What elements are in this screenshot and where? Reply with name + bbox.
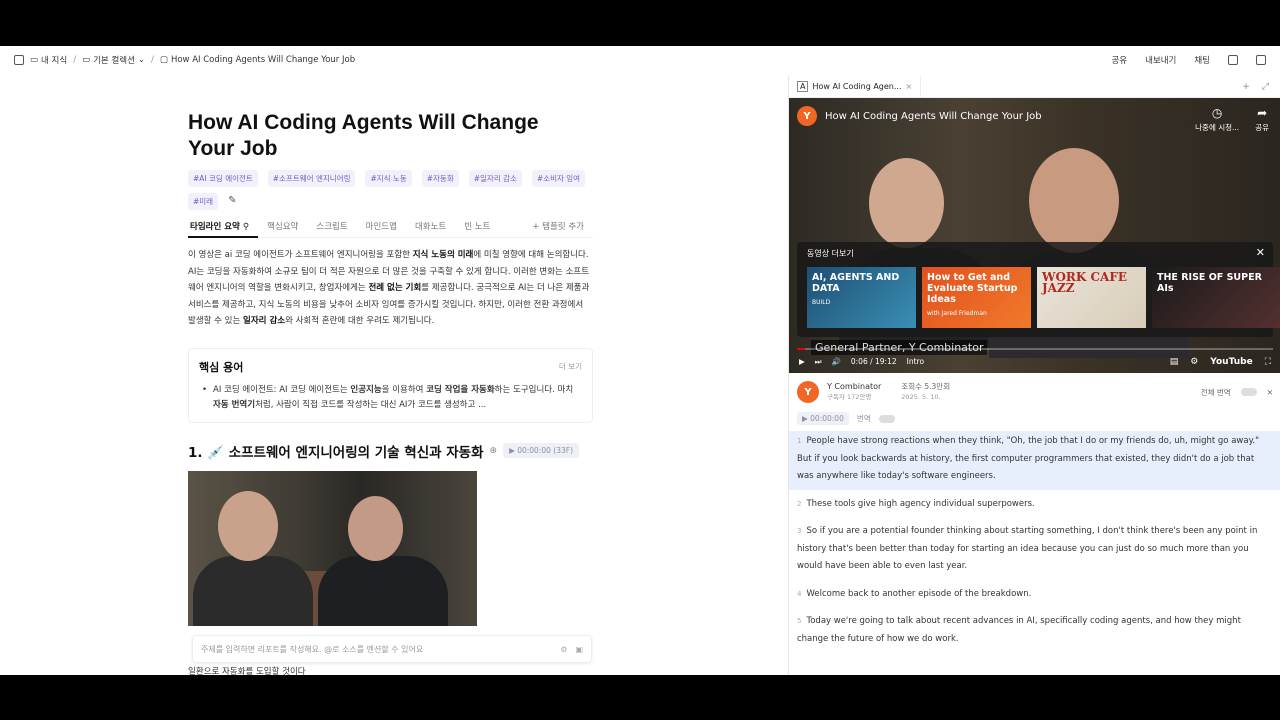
tag[interactable]: #AI 코딩 에이전트 — [188, 170, 258, 187]
settings-icon[interactable]: ⚙ — [1190, 357, 1198, 367]
note-tabs: 타임라인 요약 ⚲ 핵심요약 스크립트 마인드맵 대화노트 빈 노트 + 템플릿… — [188, 218, 593, 238]
tag-list: #AI 코딩 에이전트 #소프트웨어 엔지니어링 #지식 노동 #자동화 #일자… — [188, 170, 593, 210]
close-icon[interactable]: × — [906, 82, 913, 91]
pencil-icon[interactable]: ✎ — [228, 193, 236, 210]
related-video-card[interactable]: THE RISE OF SUPER AIs — [1152, 267, 1280, 328]
tag[interactable]: #미래 — [188, 193, 219, 210]
panel-icon[interactable] — [1256, 55, 1266, 65]
play-icon[interactable]: ▶ — [799, 357, 805, 366]
transcript-controls: ▶ 00:00:00 번역 — [797, 412, 895, 425]
translate-label: 번역 — [856, 414, 871, 423]
section-heading: 1. 💉 소프트웨어 엔지니어링의 기술 혁신과 자동화 ⊕ ▶ 00:00:0… — [188, 441, 593, 461]
settings-icon[interactable]: ⚙ — [560, 645, 567, 654]
right-pane: A How AI Coding Agen... × + ⤢ Y How AI C… — [788, 75, 1280, 675]
captions-icon[interactable]: ▤ — [1170, 357, 1179, 367]
video-thumbnail[interactable] — [188, 470, 477, 626]
transcript-segment[interactable]: 5 Today we're going to talk about recent … — [789, 611, 1280, 652]
sidebar-toggle-icon[interactable] — [14, 55, 24, 65]
tag[interactable]: #소비자 잉여 — [531, 170, 586, 187]
tag[interactable]: #일자리 감소 — [468, 170, 522, 187]
related-video-card[interactable]: AI, AGENTS AND DATA BUILD — [807, 267, 916, 328]
attach-icon[interactable]: ▣ — [575, 645, 583, 654]
chevron-down-icon: ⌄ — [137, 55, 146, 65]
list-item: AI 코딩 에이전트: AI 코딩 에이전트는 인공지능을 이용하여 코딩 작업… — [199, 383, 582, 414]
channel-row: Y Y Combinator 구독자 172만명 조회수 5.3만회 2025. 5… — [797, 378, 1273, 406]
translate-toggle[interactable] — [878, 414, 895, 423]
watch-later-button[interactable]: ◷ 나중에 시청... — [1195, 106, 1239, 133]
transcript-segment[interactable]: 1 People have strong reactions when they … — [789, 431, 1280, 490]
chat-button[interactable]: 채팅 — [1194, 54, 1210, 66]
more-videos-panel: 동영상 더보기 ✕ AI, AGENTS AND DATA BUILD How t… — [797, 242, 1280, 337]
related-video-card[interactable]: How to Get and Evaluate Startup Ideas wit… — [922, 267, 1031, 328]
tab-blank-note[interactable]: 빈 노트 — [455, 218, 499, 238]
tag[interactable]: #지식 노동 — [365, 170, 412, 187]
tag[interactable]: #자동화 — [421, 170, 459, 187]
full-translate-label: 전체 번역 — [1200, 387, 1231, 397]
share-icon: ➦ — [1257, 106, 1268, 120]
youtube-logo[interactable]: YouTube — [1210, 357, 1252, 367]
expand-icon[interactable]: ⤢ — [1262, 82, 1269, 92]
tab-mindmap[interactable]: 마인드맵 — [357, 218, 406, 238]
timestamp-badge[interactable]: ▶ 00:00:00 (33F) — [503, 443, 579, 458]
tab-script[interactable]: 스크립트 — [307, 218, 356, 238]
breadcrumb-my-knowledge[interactable]: ▭ 내 지식 — [30, 54, 67, 66]
volume-icon[interactable]: 🔊 — [832, 357, 841, 366]
body-text: 일환으로 자동화를 도입할 것이다 — [188, 667, 306, 675]
next-icon[interactable]: ⏭ — [815, 357, 822, 367]
top-bar: ▭ 내 지식 / ▭ 기본 컬렉션 ⌄ / ▢ How AI Coding Agents… — [0, 46, 1280, 74]
breadcrumb-current: ▢ How AI Coding Agents Will Change Your J… — [159, 55, 356, 65]
document-icon: A — [797, 81, 809, 92]
video-title[interactable]: How AI Coding Agents Will Change Your Jo… — [825, 111, 1042, 122]
chapter-label[interactable]: Intro — [907, 357, 924, 366]
tab-chat-note[interactable]: 대화노트 — [406, 218, 455, 238]
document: How AI Coding Agents Will Change Your Jo… — [188, 110, 593, 626]
channel-logo[interactable]: Y — [797, 106, 817, 126]
search-icon[interactable]: ⊕ — [490, 446, 498, 456]
clock-icon: ◷ — [1211, 106, 1223, 120]
transcript-list: 1 People have strong reactions when they … — [789, 431, 1280, 656]
pin-icon: ⚲ — [242, 221, 250, 232]
breadcrumb-collection[interactable]: ▭ 기본 컬렉션 ⌄ — [82, 54, 145, 66]
video-time: 0:06 / 19:12 — [850, 357, 897, 366]
plus-icon[interactable]: + — [1242, 82, 1250, 92]
key-terms-box: 핵심 용어 더 보기 AI 코딩 에이전트: AI 코딩 에이전트는 인공지능을… — [188, 347, 593, 423]
tag[interactable]: #소프트웨어 엔지니어링 — [267, 170, 356, 187]
related-video-card[interactable]: WORK CAFE JAZZ — [1037, 267, 1146, 328]
video-controls: ▶ ⏭ 🔊 0:06 / 19:12 Intro ▤ ⚙ YouTube ⛶ — [789, 350, 1280, 373]
page-title: How AI Coding Agents Will Change Your Jo… — [188, 111, 539, 160]
source-tab-bar: A How AI Coding Agen... × + ⤢ — [789, 75, 1280, 98]
tab-timeline-summary[interactable]: 타임라인 요약 ⚲ — [188, 218, 259, 238]
translate-toggle[interactable] — [1240, 388, 1257, 396]
app-window: ▭ 내 지식 / ▭ 기본 컬렉션 ⌄ / ▢ How AI Coding Agents… — [0, 46, 1280, 675]
share-video-button[interactable]: ➦ 공유 — [1255, 106, 1269, 133]
close-icon[interactable]: ✕ — [1256, 246, 1265, 259]
layout-icon[interactable] — [1228, 55, 1238, 65]
close-icon[interactable]: ✕ — [1267, 388, 1273, 397]
tab-key-summary[interactable]: 핵심요약 — [258, 218, 307, 238]
folder-icon: ▭ — [30, 55, 39, 65]
transcript-time[interactable]: ▶ 00:00:00 — [797, 412, 849, 425]
transcript-segment[interactable]: 4 Welcome back to another episode of the … — [789, 584, 1280, 608]
report-prompt-input[interactable]: 주제를 입력하면 리포트를 작성해요. @로 소스를 멘션할 수 있어요 ⚙ ▣ — [192, 635, 592, 663]
transcript-segment[interactable]: 3 So if you are a potential founder think… — [789, 521, 1280, 580]
export-button[interactable]: 내보내기 — [1145, 54, 1176, 66]
more-button[interactable]: 더 보기 — [559, 361, 582, 372]
key-terms-title: 핵심 용어 — [199, 360, 244, 374]
section-title: 1. 💉 소프트웨어 엔지니어링의 기술 혁신과 자동화 — [188, 444, 484, 461]
video-icon: ▢ — [159, 55, 168, 65]
share-button[interactable]: 공유 — [1111, 54, 1127, 66]
source-tab[interactable]: A How AI Coding Agen... × — [789, 75, 922, 98]
add-template-button[interactable]: + 템플릿 추가 — [523, 218, 593, 238]
fullscreen-icon[interactable]: ⛶ — [1265, 357, 1271, 367]
transcript-segment[interactable]: 2 These tools give high agency individual… — [789, 494, 1280, 518]
channel-avatar[interactable]: Y — [797, 381, 819, 403]
folder-icon: ▭ — [82, 55, 91, 65]
video-player[interactable]: Y How AI Coding Agents Will Change Your … — [789, 98, 1280, 373]
summary-paragraph: 이 영상은 ai 코딩 에이전트가 소프트웨어 엔지니어링을 포함한 지식 노동… — [188, 250, 590, 326]
channel-name[interactable]: Y Combinator — [827, 382, 881, 391]
